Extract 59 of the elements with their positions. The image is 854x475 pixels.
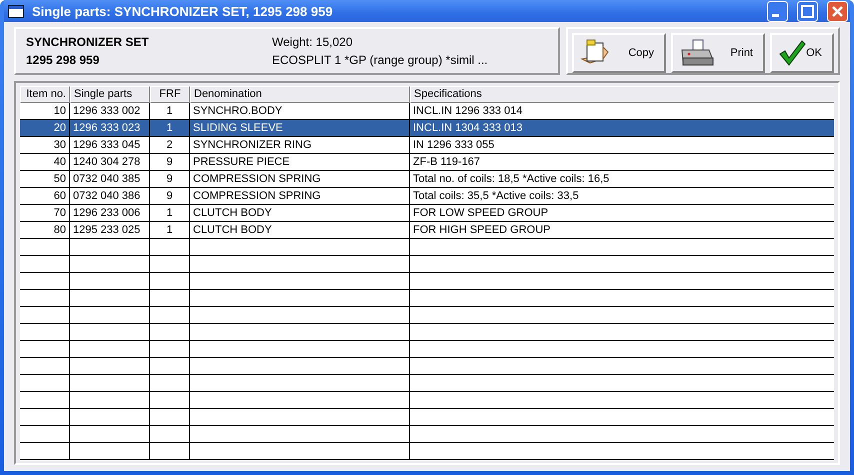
- printer-icon: [679, 38, 715, 68]
- column-header[interactable]: FRF: [150, 86, 190, 103]
- close-button[interactable]: [827, 0, 848, 22]
- table-cell: 1240 304 278: [70, 154, 150, 171]
- description-text: ECOSPLIT 1 *GP (range group) *simil ...: [272, 53, 489, 67]
- table-cell: 50: [20, 171, 70, 188]
- table-cell: 1295 233 025: [70, 222, 150, 239]
- column-header[interactable]: Single parts: [70, 86, 150, 103]
- table-cell: 1: [150, 103, 190, 120]
- table-cell: INCL.IN 1296 333 014: [410, 103, 834, 120]
- table-cell: 1296 233 006: [70, 205, 150, 222]
- table-cell: SYNCHRO.BODY: [190, 103, 410, 120]
- part-number: 1295 298 959: [26, 53, 100, 67]
- table-cell: 40: [20, 154, 70, 171]
- table-cell: 9: [150, 188, 190, 205]
- table-cell: ZF-B 119-167: [410, 154, 834, 171]
- window-icon: [8, 4, 24, 18]
- table-cell: 1: [150, 120, 190, 137]
- table-cell: CLUTCH BODY: [190, 205, 410, 222]
- column-header[interactable]: Item no.: [20, 86, 70, 103]
- table-cell: FOR HIGH SPEED GROUP: [410, 222, 834, 239]
- weight-text: Weight: 15,020: [272, 35, 354, 49]
- maximize-button[interactable]: [797, 0, 818, 22]
- part-name: SYNCHRONIZER SET: [26, 35, 150, 49]
- table-cell: Total no. of coils: 18,5 *Active coils: 16,5: [410, 171, 834, 188]
- table-cell: 0732 040 386: [70, 188, 150, 205]
- table-cell: 2: [150, 137, 190, 154]
- column-header[interactable]: Specifications: [410, 86, 834, 103]
- table-cell: Total coils: 35,5 *Active coils: 33,5: [410, 188, 834, 205]
- table-cell: 20: [20, 120, 70, 137]
- table-cell: 60: [20, 188, 70, 205]
- table-cell: 1: [150, 222, 190, 239]
- table-cell: INCL.IN 1304 333 013: [410, 120, 834, 137]
- ok-button[interactable]: OK: [770, 33, 834, 73]
- checkmark-icon: [778, 39, 806, 67]
- table-cell: 30: [20, 137, 70, 154]
- table-cell: CLUTCH BODY: [190, 222, 410, 239]
- table-cell: PRESSURE PIECE: [190, 154, 410, 171]
- print-button[interactable]: Print: [671, 33, 765, 73]
- copy-button[interactable]: Copy: [572, 33, 666, 73]
- table-cell: 80: [20, 222, 70, 239]
- table-cell: FOR LOW SPEED GROUP: [410, 205, 834, 222]
- table-cell: COMPRESSION SPRING: [190, 188, 410, 205]
- table-cell: 10: [20, 103, 70, 120]
- table-cell: 0732 040 385: [70, 171, 150, 188]
- table-cell: SLIDING SLEEVE: [190, 120, 410, 137]
- table-cell: COMPRESSION SPRING: [190, 171, 410, 188]
- table-cell: 1: [150, 205, 190, 222]
- table-cell: 9: [150, 171, 190, 188]
- window-title: Single parts: SYNCHRONIZER SET, 1295 298 959: [32, 4, 333, 18]
- table-cell: 1296 333 023: [70, 120, 150, 137]
- table-cell: IN 1296 333 055: [410, 137, 834, 154]
- table-cell: SYNCHRONIZER RING: [190, 137, 410, 154]
- table-cell: 9: [150, 154, 190, 171]
- column-header[interactable]: Denomination: [190, 86, 410, 103]
- table-cell: 70: [20, 205, 70, 222]
- minimize-button[interactable]: [767, 0, 788, 22]
- table-cell: 1296 333 002: [70, 103, 150, 120]
- table-cell: 1296 333 045: [70, 137, 150, 154]
